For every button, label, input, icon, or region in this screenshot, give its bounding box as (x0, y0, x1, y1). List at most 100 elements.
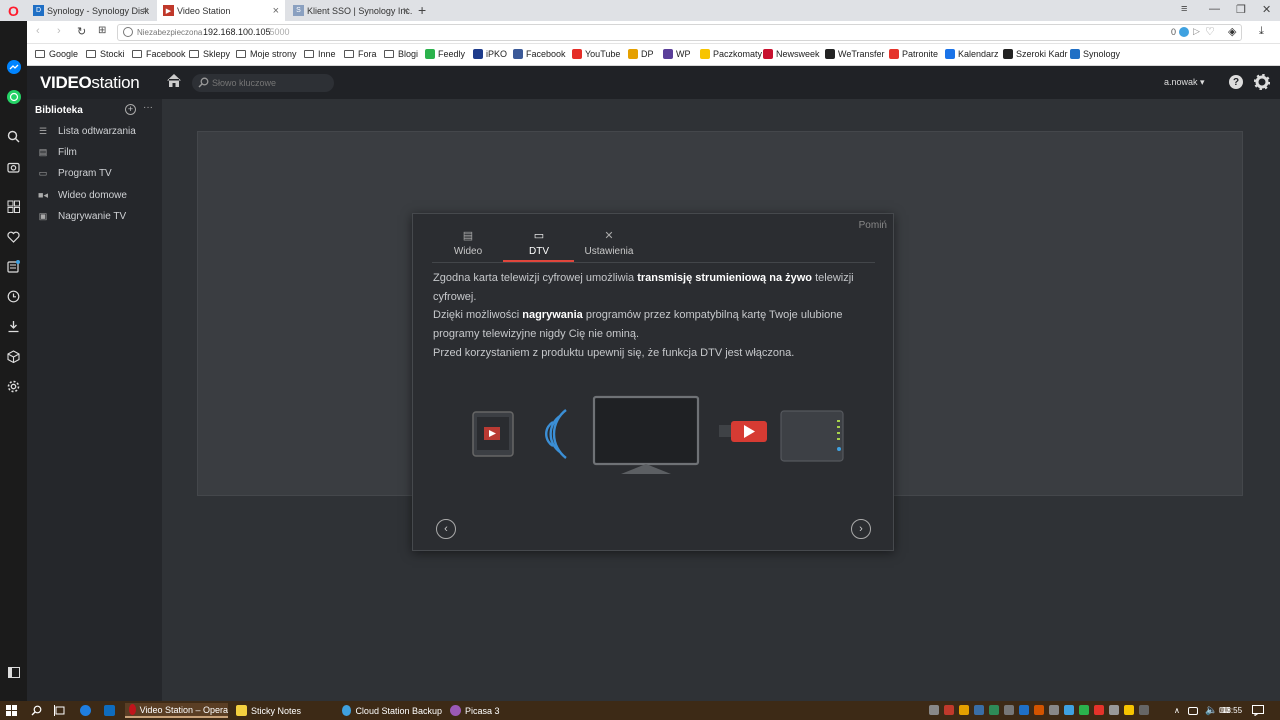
start-icon[interactable] (6, 703, 17, 718)
tab-video-station[interactable]: ▶ Video Station × (157, 0, 285, 21)
search-icon[interactable] (6, 129, 21, 144)
library-item-film[interactable]: ▤ Film (37, 143, 77, 161)
prev-button[interactable]: ‹ (436, 519, 456, 539)
forward-icon[interactable]: › (57, 25, 61, 37)
volume-icon[interactable]: 🔈 (1205, 703, 1217, 718)
bookmark-facebook[interactable]: Facebook (513, 49, 566, 59)
notifications-icon[interactable] (1252, 703, 1264, 718)
home-icon[interactable] (166, 73, 182, 91)
heart-icon[interactable] (6, 229, 21, 244)
messenger-icon[interactable] (6, 59, 21, 74)
bookmark-moje-strony[interactable]: Moje strony (236, 49, 297, 59)
tray-icon[interactable] (1094, 705, 1104, 715)
tray-icon[interactable] (1019, 705, 1029, 715)
bookmark-newsweek[interactable]: Newsweek (763, 49, 820, 59)
history-icon[interactable] (6, 289, 21, 304)
bookmark-heart-icon[interactable]: ♡ (1205, 25, 1215, 38)
clock[interactable]: 13:55 (1222, 703, 1242, 718)
bookmark-wp[interactable]: WP (663, 49, 691, 59)
close-icon[interactable]: × (143, 5, 149, 17)
tray-icon[interactable] (959, 705, 969, 715)
library-item-playlist[interactable]: ☰ Lista odtwarzania (37, 122, 136, 140)
tray-icon[interactable] (944, 705, 954, 715)
new-tab-button[interactable]: + (418, 2, 426, 18)
bookmark-youtube[interactable]: YouTube (572, 49, 620, 59)
download-icon[interactable]: ⤓ (1259, 25, 1264, 38)
bookmark-sklepy[interactable]: Sklepy (189, 49, 230, 59)
vpn-icon[interactable] (1179, 27, 1189, 37)
bookmark-kalendarz[interactable]: Kalendarz (945, 49, 999, 59)
close-icon[interactable]: × (403, 5, 409, 17)
more-icon[interactable]: ··· (143, 102, 153, 113)
taskbar-app-sticky-notes[interactable]: Sticky Notes (232, 703, 334, 718)
opera-logo-icon[interactable]: O (6, 3, 21, 19)
taskbar-app-picasa[interactable]: Picasa 3 (446, 703, 548, 718)
bookmark-synology[interactable]: Synology (1070, 49, 1120, 59)
easy-setup-icon[interactable]: ◈ (1228, 25, 1236, 38)
tab-ustawienia[interactable]: ✕ Ustawienia (574, 229, 644, 257)
tray-icon[interactable] (1109, 705, 1119, 715)
tray-icon[interactable] (929, 705, 939, 715)
library-item-home-video[interactable]: ■◂ Wideo domowe (37, 186, 127, 204)
tray-icon[interactable] (1034, 705, 1044, 715)
tray-icon[interactable] (974, 705, 984, 715)
window-close-icon[interactable]: ✕ (1262, 3, 1271, 16)
settings-icon[interactable] (6, 379, 21, 394)
bookmark-fora[interactable]: Fora (344, 49, 377, 59)
tray-icon[interactable] (1049, 705, 1059, 715)
bookmark-wetransfer[interactable]: WeTransfer (825, 49, 885, 59)
bookmark-patronite[interactable]: Patronite (889, 49, 938, 59)
outlook-icon[interactable] (104, 703, 119, 718)
whatsapp-icon[interactable] (6, 89, 21, 104)
tray-icon[interactable] (989, 705, 999, 715)
library-item-tv-recording[interactable]: ▣ Nagrywanie TV (37, 207, 126, 225)
bookmark-paczkomaty[interactable]: Paczkomaty (700, 49, 762, 59)
tray-icon[interactable] (1124, 705, 1134, 715)
back-icon[interactable]: ‹ (36, 25, 40, 37)
reload-icon[interactable]: ↻ (77, 25, 86, 38)
bookmark-google[interactable]: Google (35, 49, 78, 59)
tab-synology-disk[interactable]: D Synology - Synology Disk × (27, 0, 155, 21)
tray-icon[interactable] (1139, 705, 1149, 715)
info-icon[interactable] (123, 27, 133, 37)
bookmark-ipko[interactable]: iPKO (473, 49, 507, 59)
help-icon[interactable]: ? (1229, 75, 1243, 89)
user-menu[interactable]: a.nowak ▾ (1164, 77, 1205, 88)
task-view-icon[interactable] (54, 703, 66, 718)
downloads-icon[interactable] (6, 319, 21, 334)
bookmark-facebook-folder[interactable]: Facebook (132, 49, 186, 59)
settings-gear-icon[interactable] (1253, 73, 1271, 93)
maximize-icon[interactable]: ❐ (1236, 3, 1246, 16)
adblock-count[interactable]: 0 (1171, 27, 1176, 37)
bookmark-feedly[interactable]: Feedly (425, 49, 465, 59)
bookmark-szeroki-kadr[interactable]: Szeroki Kadr (1003, 49, 1068, 59)
tab-menu-icon[interactable]: ≡ (1181, 3, 1187, 15)
bookmark-blogi[interactable]: Blogi (384, 49, 418, 59)
news-icon[interactable] (6, 259, 21, 274)
bookmark-stocki[interactable]: Stocki (86, 49, 125, 59)
extensions-icon[interactable] (6, 349, 21, 364)
edge-icon[interactable] (80, 703, 95, 718)
tray-icon[interactable] (1064, 705, 1074, 715)
search-input[interactable] (192, 74, 334, 92)
next-button[interactable]: › (851, 519, 871, 539)
tray-expand-icon[interactable]: ∧ (1174, 703, 1180, 718)
bookmark-inne[interactable]: Inne (304, 49, 336, 59)
send-icon[interactable]: ▷ (1193, 26, 1200, 37)
library-item-tv[interactable]: ▭ Program TV (37, 164, 112, 182)
skip-button[interactable]: Pomiń (859, 220, 887, 231)
minimize-icon[interactable]: — (1209, 3, 1220, 15)
close-icon[interactable]: × (273, 5, 279, 17)
taskbar-app-cloud-station[interactable]: Cloud Station Backup (338, 703, 442, 718)
network-icon[interactable] (1188, 703, 1202, 718)
tab-wideo[interactable]: ▤ Wideo (433, 229, 503, 257)
taskbar-app-opera[interactable]: Video Station – Opera (125, 703, 228, 718)
bookmark-dp[interactable]: DP (628, 49, 654, 59)
speed-dial-icon[interactable] (6, 199, 21, 214)
tab-klient-sso[interactable]: S Klient SSO | Synology Inc. × (287, 0, 415, 21)
tab-dtv[interactable]: ▭ DTV (504, 229, 574, 257)
add-icon[interactable]: + (125, 104, 136, 115)
tabs-grid-icon[interactable]: ⊞ (98, 25, 106, 36)
tray-icon[interactable] (1079, 705, 1089, 715)
sidebar-toggle-icon[interactable] (6, 665, 21, 680)
